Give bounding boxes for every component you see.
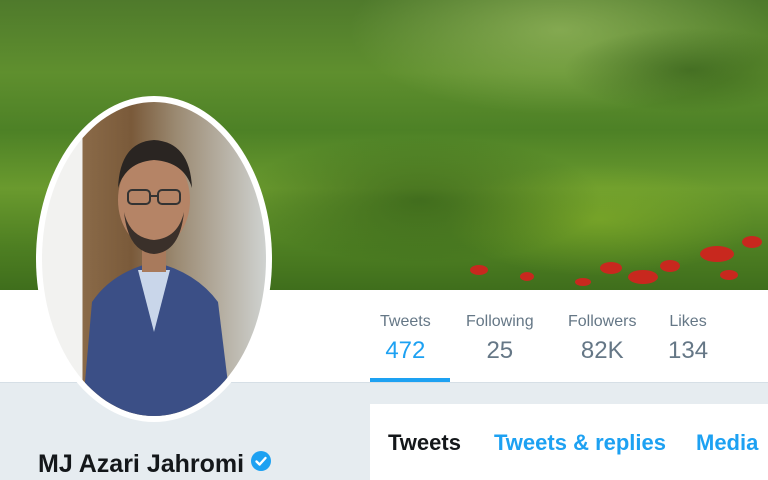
profile-display-name: MJ Azari Jahromi — [38, 450, 272, 479]
tab-media[interactable]: Media — [696, 430, 758, 456]
display-name-text: MJ Azari Jahromi — [38, 450, 245, 478]
stat-label: Tweets — [380, 313, 431, 330]
verified-badge-icon — [250, 450, 272, 479]
stat-tweets[interactable]: Tweets 472 — [380, 312, 431, 366]
stat-value: 134 — [668, 337, 709, 364]
stat-label: Following — [466, 313, 534, 330]
tab-tweets-and-replies[interactable]: Tweets & replies — [494, 430, 666, 456]
stat-label: Likes — [669, 313, 707, 330]
stat-following[interactable]: Following 25 — [466, 312, 534, 366]
stat-followers[interactable]: Followers 82K — [568, 312, 636, 366]
timeline-tabs: Tweets Tweets & replies Media — [370, 404, 768, 480]
active-stat-indicator — [370, 378, 450, 382]
profile-avatar[interactable] — [36, 96, 272, 422]
stat-value: 82K — [580, 337, 624, 364]
stat-likes[interactable]: Likes 134 — [668, 312, 708, 366]
stat-value: 472 — [385, 337, 426, 364]
tab-tweets[interactable]: Tweets — [388, 430, 461, 456]
avatar-photo — [42, 102, 266, 416]
stat-value: 25 — [486, 337, 514, 364]
stat-label: Followers — [568, 313, 637, 330]
